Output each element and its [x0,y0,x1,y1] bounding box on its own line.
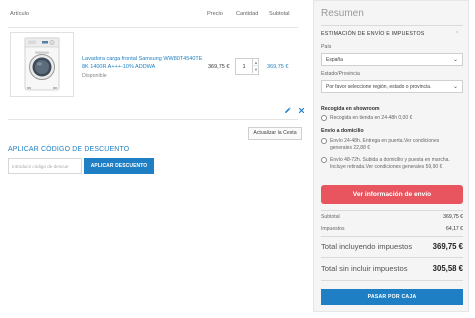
radio-button[interactable] [321,157,327,163]
divider [321,280,463,281]
country-select[interactable]: España ⌄ [321,53,463,66]
tax-value: 64,17 € [446,226,463,232]
pickup-option[interactable]: Recogida en tienda en 24-48h 0,00 € [321,115,463,123]
coupon-title: APLICAR CÓDIGO DE DESCUENTO [8,146,130,153]
divider [321,25,463,26]
header-price: Precio [207,11,223,17]
country-select-value: España [326,57,343,63]
remove-icon[interactable] [298,107,305,114]
tax-label: Impuestos [321,226,345,232]
coupon-code-input[interactable] [8,158,82,174]
order-summary-panel: Resumen ESTIMACIÓN DE ENVÍO E IMPUESTOS … [313,0,469,312]
product-image[interactable] [10,32,74,97]
total-incl-tax-row: Total incluyendo impuestos 369,75 € [321,242,463,253]
edit-icon[interactable] [284,107,291,114]
divider [321,236,463,237]
radio-button[interactable] [321,138,327,144]
delivery-option-label: Envío 24-48h. Entrega en puerta.Ver cond… [330,138,440,151]
view-shipping-info-button[interactable]: Ver información de envío [321,185,463,204]
chevron-up-icon[interactable]: ⌃ [455,31,459,37]
washing-machine-icon [24,37,60,91]
summary-title: Resumen [321,8,364,19]
header-article: Artículo [10,11,29,17]
product-subtotal: 369,75 € [267,64,289,70]
divider [8,119,298,120]
cart-table-header: Artículo Precio Cantidad Subtotal [8,0,298,28]
header-quantity: Cantidad [236,11,259,17]
divider [321,210,463,211]
cart-section: Artículo Precio Cantidad Subtotal Lavado… [8,0,305,318]
region-label: Estado/Provincia [321,71,360,77]
update-cart-button[interactable]: Actualizar la Cesta [248,127,302,140]
shipping-estimate-heading[interactable]: ESTIMACIÓN DE ENVÍO E IMPUESTOS [321,31,425,37]
delivery-option-label: Envío 48-72h. Subida a domicilio y puest… [330,157,450,170]
region-select-value: Por favor seleccione región, estado o pr… [326,84,432,90]
pickup-heading: Recogida en showroom [321,106,380,112]
chevron-down-icon: ⌄ [452,57,458,63]
country-label: País [321,44,332,50]
pickup-option-label: Recogida en tienda en 24-48h 0,00 € [330,115,413,121]
quantity-input[interactable] [236,59,252,74]
delivery-heading: Envío a domicilio [321,128,364,134]
chevron-down-icon: ⌄ [452,84,458,90]
quantity-decrease-button[interactable]: ▼ [252,66,259,73]
divider [321,257,463,258]
cart-item-row: Lavadora carga frontal Samsung WW80T4540… [8,28,298,110]
checkout-button[interactable]: PASAR POR CAJA [321,289,463,305]
radio-button[interactable] [321,115,327,121]
product-price: 369,75 € [208,64,230,70]
total-excl-tax-label: Total sin incluir impuestos [321,264,408,273]
total-excl-tax-value: 305,58 € [432,264,463,273]
product-availability: Disponible [82,73,107,79]
subtotal-value: 369,75 € [443,214,463,220]
apply-coupon-button[interactable]: APLICAR DESCUENTO [84,158,154,174]
subtotal-label: Subtotal [321,214,340,220]
total-excl-tax-row: Total sin incluir impuestos 305,58 € [321,264,463,275]
tax-row: Impuestos 64,17 € [321,226,463,234]
region-select[interactable]: Por favor seleccione región, estado o pr… [321,80,463,93]
delivery-option-premium[interactable]: Envío 48-72h. Subida a domicilio y puest… [321,157,463,178]
total-incl-tax-label: Total incluyendo impuestos [321,242,413,251]
delivery-option-standard[interactable]: Envío 24-48h. Entrega en puerta.Ver cond… [321,138,463,152]
quantity-increase-button[interactable]: ▲ [252,59,259,66]
subtotal-row: Subtotal 369,75 € [321,214,463,222]
total-incl-tax-value: 369,75 € [432,242,463,251]
product-name-link[interactable]: Lavadora carga frontal Samsung WW80T4540… [82,55,206,71]
header-subtotal: Subtotal [269,11,290,17]
quantity-stepper: ▲ ▼ [235,58,259,75]
